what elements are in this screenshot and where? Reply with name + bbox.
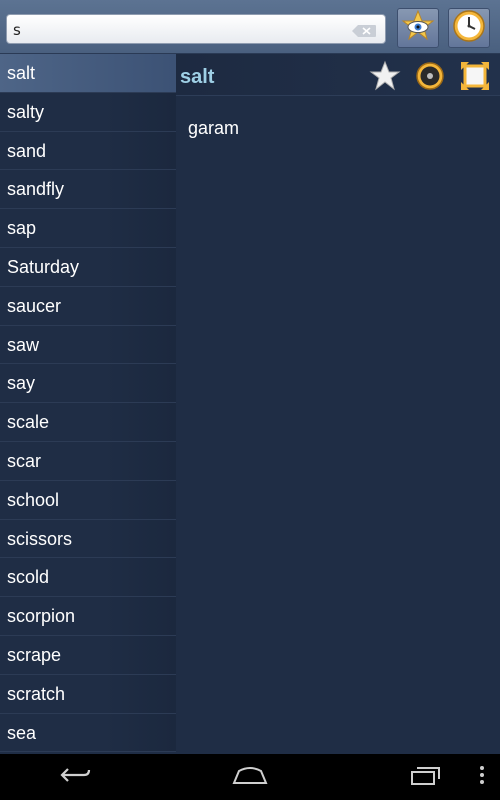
word-list-item[interactable]: scale [0,403,176,442]
favorites-button[interactable] [397,8,439,48]
word-list-item[interactable]: saucer [0,286,176,326]
fullscreen-icon[interactable] [459,60,491,92]
word-list-item[interactable]: Saturday [0,247,176,287]
recent-apps-button[interactable] [406,762,446,792]
clock-icon [452,9,486,47]
back-arrow-icon [58,765,92,789]
word-list-item[interactable]: school [0,480,176,520]
word-list-item[interactable]: salty [0,92,176,132]
recent-apps-icon [410,764,442,790]
entry-header: salt [176,54,500,96]
home-icon [232,765,268,789]
entry-pane: salt garam [176,54,500,754]
word-list-item[interactable]: sandfly [0,170,176,210]
word-list-item[interactable]: scorpion [0,597,176,636]
history-button[interactable] [448,8,490,48]
word-list-item[interactable]: sap [0,209,176,248]
clear-search-icon[interactable] [351,23,377,37]
word-list-item[interactable]: salt [0,54,176,93]
star-eye-icon [401,9,435,47]
search-input[interactable] [13,17,343,43]
word-list-item[interactable]: sand [0,131,176,171]
word-list-item[interactable]: sea [0,713,176,753]
word-list-item[interactable]: saw [0,325,176,365]
search-box[interactable] [6,14,386,44]
word-list-item[interactable]: scratch [0,674,176,714]
word-list[interactable]: salt salty sand sandfly sap Saturday saucer saw… [0,54,176,754]
word-list-item[interactable]: scrape [0,635,176,675]
word-list-item[interactable]: scissors [0,519,176,559]
overflow-menu-icon [479,765,485,789]
word-list-item[interactable]: scold [0,558,176,598]
home-button[interactable] [228,762,272,792]
word-list-item[interactable]: scar [0,441,176,481]
overflow-menu-button[interactable] [474,762,490,792]
back-button[interactable] [55,762,95,792]
headword: salt [180,66,215,88]
add-favorite-star-icon[interactable] [369,60,401,92]
top-toolbar [0,0,500,54]
word-list-item[interactable]: say [0,364,176,404]
system-nav-bar [0,754,500,800]
translation-text: garam [188,118,240,138]
pronounce-speaker-icon[interactable] [414,60,446,92]
